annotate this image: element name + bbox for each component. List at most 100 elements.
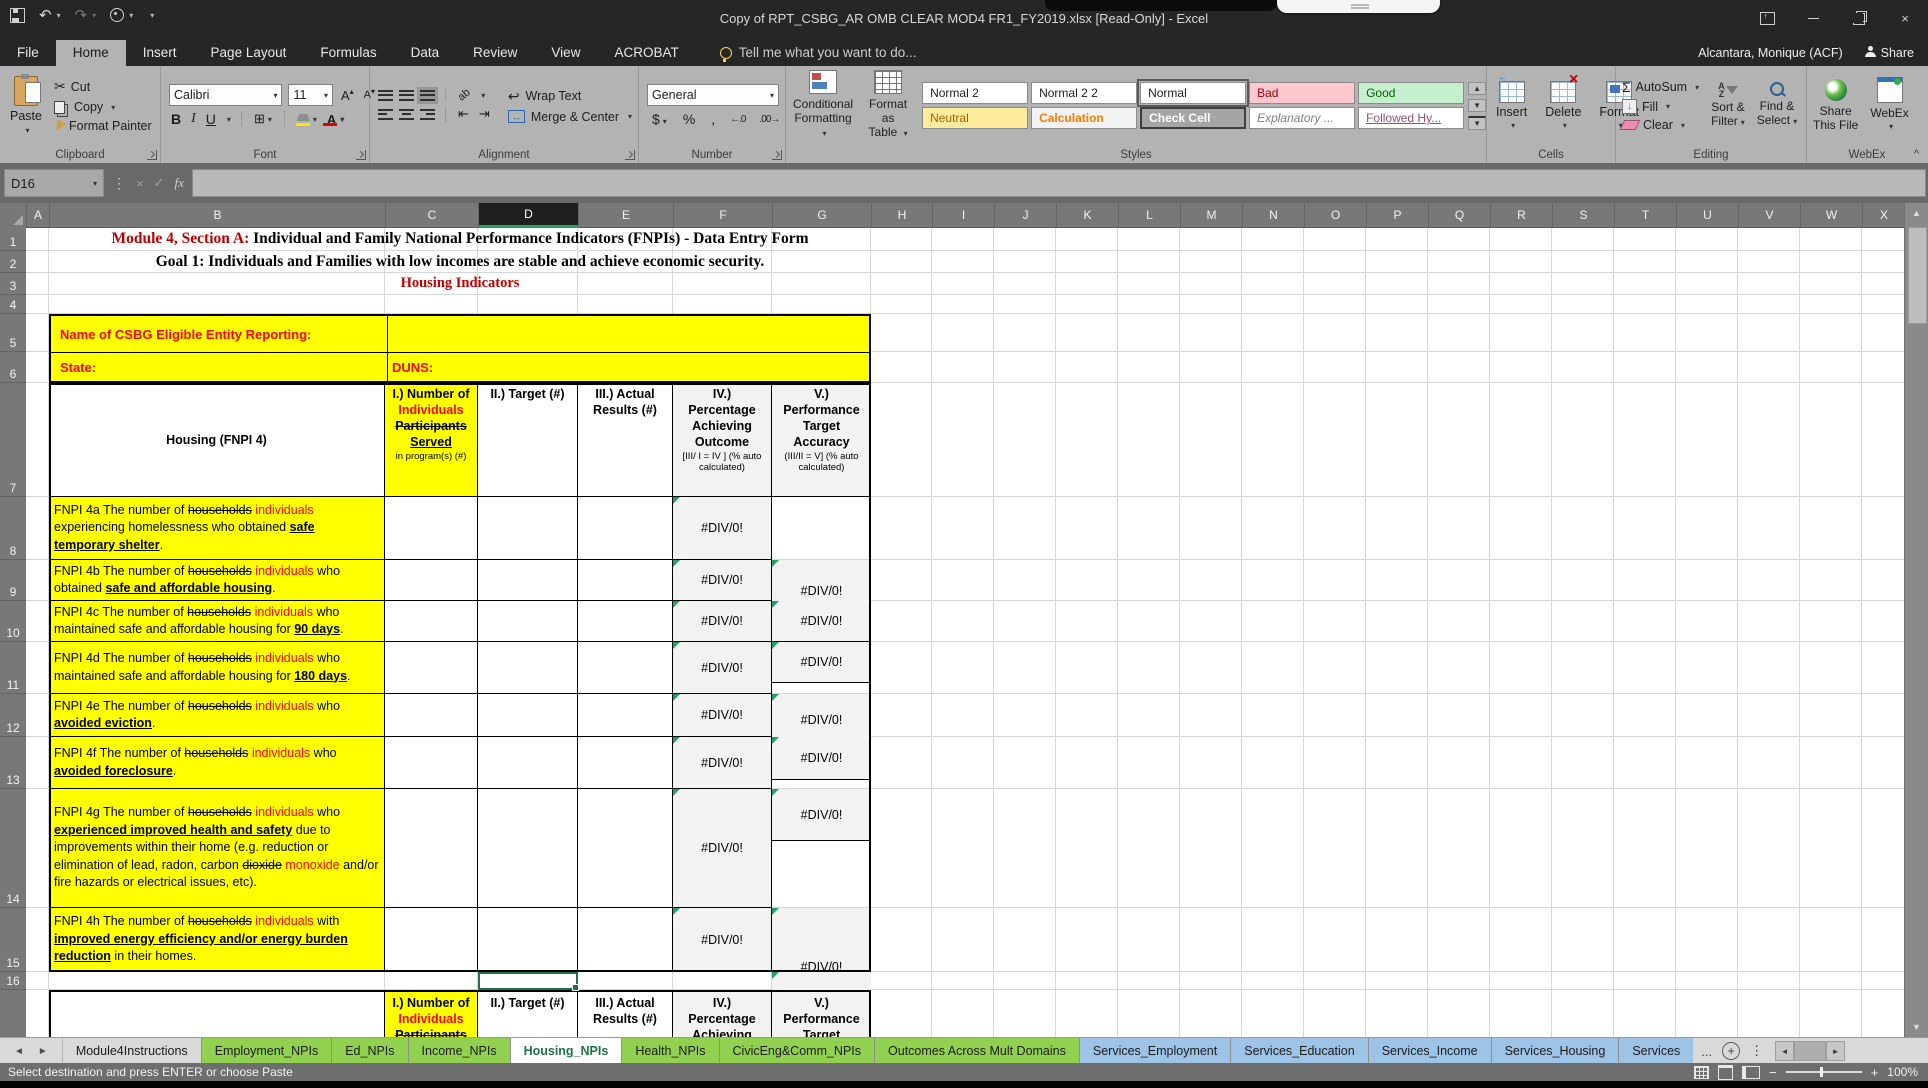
ribbon-tab-view[interactable]: View: [534, 40, 597, 66]
account-name[interactable]: Alcantara, Monique (ACF): [1698, 46, 1843, 60]
number-served-cell[interactable]: [385, 642, 478, 694]
fill-button[interactable]: ↓Fill▾: [1622, 99, 1699, 114]
percent-style-button[interactable]: %: [678, 111, 700, 127]
align-center-button[interactable]: [399, 109, 414, 120]
normal-view-button[interactable]: [1694, 1066, 1709, 1079]
actual-results-cell[interactable]: [578, 694, 673, 737]
tabbar-dots-icon[interactable]: ⋮: [1750, 1043, 1763, 1059]
column-header-E[interactable]: E: [579, 203, 674, 228]
horizontal-scrollbar[interactable]: ◄ ►: [1775, 1041, 1845, 1061]
column-header-Q[interactable]: Q: [1429, 203, 1491, 228]
increase-indent-button[interactable]: ⇥: [477, 106, 492, 122]
zoom-out-button[interactable]: −: [1769, 1065, 1777, 1080]
target-cell[interactable]: [478, 694, 578, 737]
indicator-text-cell[interactable]: FNPI 4h The number of households individ…: [49, 908, 385, 972]
cut-button[interactable]: ✂Cut: [54, 78, 152, 95]
column-header-X[interactable]: X: [1863, 203, 1906, 228]
header-actual-results[interactable]: III.) ActualResults (#): [578, 383, 673, 497]
row-header-14[interactable]: 14: [0, 789, 26, 908]
hscroll-left-button[interactable]: ◄: [1775, 1041, 1794, 1061]
table-header-row-2[interactable]: I.) Number ofIndividualsParticipantsServ…: [49, 990, 871, 1037]
confirm-entry-button[interactable]: ✓: [154, 175, 165, 191]
actual-results-cell[interactable]: [578, 908, 673, 972]
page-layout-view-button[interactable]: [1718, 1065, 1733, 1080]
insert-function-button[interactable]: fx: [175, 175, 184, 191]
column-header-F[interactable]: F: [674, 203, 773, 228]
row-header-16[interactable]: 16: [0, 972, 26, 990]
target-cell[interactable]: [478, 560, 578, 601]
row-header-5[interactable]: 5: [0, 314, 26, 352]
ribbon-tab-file[interactable]: File: [0, 40, 56, 66]
redo-button[interactable]: ↷▾: [75, 6, 97, 24]
hscroll-right-button[interactable]: ►: [1826, 1041, 1845, 1061]
column-header-G[interactable]: G: [773, 203, 872, 228]
actual-results-cell[interactable]: [578, 601, 673, 642]
gallery-down-button[interactable]: ▼: [1468, 99, 1486, 112]
dialog-launcher-icon[interactable]: [772, 150, 782, 160]
style-calculation[interactable]: Calculation: [1031, 107, 1137, 129]
style-check-cell[interactable]: Check Cell: [1140, 107, 1246, 129]
share-button[interactable]: Share: [1865, 46, 1914, 60]
zoom-slider-knob[interactable]: [1820, 1067, 1823, 1077]
close-button[interactable]: ×: [1882, 0, 1928, 37]
webex-button[interactable]: WebEx ▾: [1864, 66, 1914, 145]
target-cell[interactable]: [478, 789, 578, 908]
zoom-slider[interactable]: [1786, 1071, 1862, 1073]
ribbon-tab-acrobat[interactable]: ACROBAT: [597, 40, 695, 66]
find-select-button[interactable]: Find & Select▾: [1751, 66, 1803, 145]
entity-info-block[interactable]: Name of CSBG Eligible Entity Reporting: …: [49, 314, 871, 383]
collapse-ribbon-button[interactable]: ^: [1914, 148, 1919, 160]
font-name-combo[interactable]: Calibri▾: [169, 84, 282, 106]
delete-cells-button[interactable]: Delete▾: [1536, 66, 1590, 145]
active-cell-selection[interactable]: [478, 972, 578, 990]
number-format-combo[interactable]: General▾: [647, 84, 779, 106]
page-break-view-button[interactable]: [1742, 1066, 1760, 1079]
row-header-7[interactable]: 7: [0, 383, 26, 497]
row-header-6[interactable]: 6: [0, 352, 26, 383]
dialog-launcher-icon[interactable]: [356, 150, 366, 160]
row-header-4[interactable]: 4: [0, 295, 26, 314]
column-header-W[interactable]: W: [1801, 203, 1863, 228]
gallery-up-button[interactable]: ▲: [1468, 82, 1486, 95]
sheet-tab-civiceng-comm-npis[interactable]: CivicEng&Comm_NPIs: [720, 1038, 876, 1064]
zoom-in-button[interactable]: +: [1871, 1065, 1879, 1080]
column-header-A[interactable]: A: [27, 203, 50, 228]
column-header-U[interactable]: U: [1677, 203, 1739, 228]
conditional-formatting-button[interactable]: Conditional Formatting ▾: [786, 66, 860, 145]
row-header-1[interactable]: 1: [0, 228, 26, 251]
target-cell[interactable]: [478, 497, 578, 560]
row-header-13[interactable]: 13: [0, 737, 26, 789]
header-performance-accuracy[interactable]: V.)PerformanceTargetAccuracy(III/II = V]…: [772, 383, 871, 497]
clear-button[interactable]: Clear▾: [1622, 118, 1699, 132]
chevron-down-icon[interactable]: ▾: [129, 11, 133, 20]
new-sheet-button[interactable]: +: [1722, 1042, 1740, 1060]
vertical-scroll-thumb[interactable]: [1908, 227, 1927, 324]
actual-results-cell[interactable]: [578, 497, 673, 560]
actual-results-cell[interactable]: [578, 789, 673, 908]
actual-results-cell[interactable]: [578, 642, 673, 694]
row-header-10[interactable]: 10: [0, 601, 26, 642]
style-followed-hy-[interactable]: Followed Hy...: [1358, 107, 1464, 129]
accounting-format-button[interactable]: $▾: [647, 111, 672, 127]
style-neutral[interactable]: Neutral: [922, 107, 1028, 129]
decrease-decimal-button[interactable]: .00→: [756, 114, 784, 125]
orientation-button[interactable]: ab: [454, 85, 474, 105]
column-header-N[interactable]: N: [1243, 203, 1305, 228]
sheet-tab-module4instructions[interactable]: Module4Instructions: [63, 1038, 202, 1064]
style-normal[interactable]: Normal: [1140, 82, 1246, 104]
italic-button[interactable]: I: [189, 111, 198, 127]
ribbon-tab-home[interactable]: Home: [56, 40, 126, 66]
indicator-text-cell[interactable]: FNPI 4f The number of households individ…: [49, 737, 385, 789]
percentage-achieving-cell[interactable]: #DIV/0!: [673, 560, 772, 601]
percentage-achieving-cell[interactable]: #DIV/0!: [673, 908, 772, 972]
column-header-T[interactable]: T: [1615, 203, 1677, 228]
column-header-H[interactable]: H: [872, 203, 933, 228]
paste-button[interactable]: Paste ▾: [0, 66, 52, 145]
column-header-B[interactable]: B: [50, 203, 386, 228]
save-button[interactable]: [10, 8, 25, 23]
underline-button[interactable]: U: [204, 111, 218, 127]
cancel-entry-button[interactable]: ×: [136, 176, 144, 191]
restore-button[interactable]: [1836, 0, 1882, 37]
style-normal-2[interactable]: Normal 2: [922, 82, 1028, 104]
header-percentage-achieving[interactable]: IV.)PercentageAchievingOutcome[III/ I = …: [673, 383, 772, 497]
